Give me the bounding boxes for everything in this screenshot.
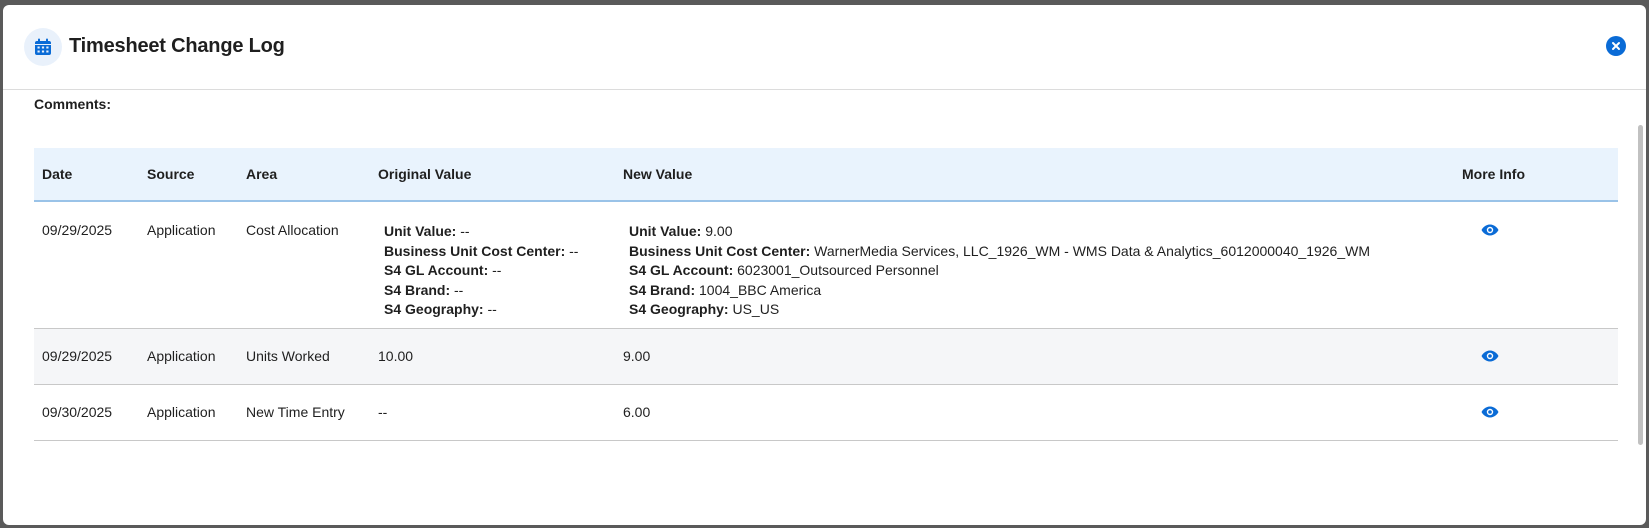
column-header-new-value: New Value: [623, 166, 693, 182]
row-original-value: --: [378, 404, 388, 420]
row-area: Cost Allocation: [246, 222, 339, 238]
column-header-area: Area: [246, 166, 278, 182]
detail-line: Unit Value: 9.00: [629, 223, 733, 239]
column-header-original-value: Original Value: [378, 166, 472, 182]
close-button[interactable]: [1606, 36, 1626, 56]
row-area: Units Worked: [246, 348, 330, 364]
row-source: Application: [147, 222, 216, 238]
row-original-value: 10.00: [378, 348, 414, 364]
detail-line: S4 Geography: --: [384, 301, 497, 317]
row-area: New Time Entry: [246, 404, 345, 420]
row-source: Application: [147, 404, 216, 420]
comments-label: Comments:: [34, 96, 112, 112]
eye-icon: [1481, 406, 1499, 418]
change-log-modal: Timesheet Change Log Comments: Date Sour…: [3, 5, 1646, 525]
column-header-date: Date: [42, 166, 73, 182]
table-row: 09/29/2025 Application Cost Allocation U…: [34, 202, 1618, 329]
more-info-button[interactable]: [1480, 348, 1500, 364]
detail-line: S4 Brand: --: [384, 281, 464, 298]
eye-icon: [1481, 350, 1499, 362]
row-new-value: 9.00: [623, 348, 651, 364]
original-value-details: Unit Value: -- Business Unit Cost Center…: [384, 222, 578, 320]
row-date: 09/30/2025: [42, 404, 113, 420]
change-log-table: Date Source Area Original Value New Valu…: [34, 148, 1618, 441]
detail-line: Business Unit Cost Center: WarnerMedia S…: [629, 242, 1370, 259]
more-info-button[interactable]: [1480, 222, 1500, 238]
detail-line: Business Unit Cost Center: --: [384, 242, 579, 259]
detail-line: S4 GL Account: --: [384, 262, 502, 278]
table-header: Date Source Area Original Value New Valu…: [34, 148, 1618, 202]
row-date: 09/29/2025: [42, 222, 113, 238]
detail-line: S4 Geography: US_US: [629, 301, 780, 317]
modal-body: Comments: Date Source Area Original Valu…: [3, 90, 1646, 525]
detail-line: S4 Brand: 1004_BBC America: [629, 281, 822, 298]
vertical-scrollbar[interactable]: [1638, 125, 1643, 445]
column-header-more-info: More Info: [1462, 166, 1525, 182]
row-date: 09/29/2025: [42, 348, 113, 364]
modal-header: Timesheet Change Log: [3, 5, 1646, 90]
modal-title: Timesheet Change Log: [69, 35, 285, 57]
eye-icon: [1481, 224, 1499, 236]
column-header-source: Source: [147, 166, 195, 182]
table-row: 09/29/2025 Application Units Worked 10.0…: [34, 329, 1618, 385]
new-value-details: Unit Value: 9.00 Business Unit Cost Cent…: [629, 222, 1370, 320]
calendar-icon: [24, 28, 62, 66]
close-icon: [1612, 42, 1620, 50]
detail-line: S4 GL Account: 6023001_Outsourced Person…: [629, 262, 939, 278]
more-info-button[interactable]: [1480, 404, 1500, 420]
row-source: Application: [147, 348, 216, 364]
table-row: 09/30/2025 Application New Time Entry --…: [34, 385, 1618, 441]
detail-line: Unit Value: --: [384, 223, 470, 239]
row-new-value: 6.00: [623, 404, 651, 420]
